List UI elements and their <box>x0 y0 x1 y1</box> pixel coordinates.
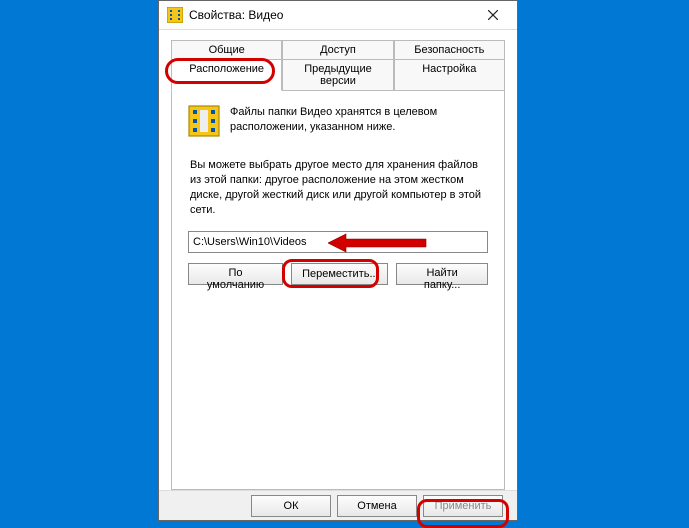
ok-button[interactable]: ОК <box>251 495 331 517</box>
tab-location[interactable]: Расположение <box>171 59 282 91</box>
move-button[interactable]: Переместить... <box>291 263 388 285</box>
cancel-button[interactable]: Отмена <box>337 495 417 517</box>
tab-sharing[interactable]: Доступ <box>282 40 393 60</box>
tab-security[interactable]: Безопасность <box>394 40 505 60</box>
description-text: Файлы папки Видео хранятся в целевом рас… <box>230 105 488 140</box>
tab-strip: Общие Доступ Безопасность Расположение П… <box>171 40 505 90</box>
restore-default-button[interactable]: По умолчанию <box>188 263 283 285</box>
tab-customize[interactable]: Настройка <box>394 59 505 91</box>
tab-page-location: Файлы папки Видео хранятся в целевом рас… <box>171 90 505 490</box>
properties-dialog: Свойства: Видео Общие Доступ Безопасност… <box>158 0 518 521</box>
instruction-text: Вы можете выбрать другое место для хране… <box>188 158 488 217</box>
close-button[interactable] <box>471 1 515 29</box>
find-folder-button[interactable]: Найти папку... <box>396 263 488 285</box>
tab-previous-versions[interactable]: Предыдущие версии <box>282 59 393 91</box>
button-row: По умолчанию Переместить... Найти папку.… <box>188 263 488 285</box>
close-icon <box>488 10 498 20</box>
tab-general[interactable]: Общие <box>171 40 282 60</box>
folder-video-icon <box>188 105 220 140</box>
window-title: Свойства: Видео <box>189 8 471 22</box>
client-area: Общие Доступ Безопасность Расположение П… <box>159 30 517 490</box>
app-icon <box>167 7 183 23</box>
footer: ОК Отмена Применить <box>159 490 517 520</box>
path-input[interactable] <box>188 231 488 253</box>
titlebar[interactable]: Свойства: Видео <box>159 1 517 30</box>
apply-button[interactable]: Применить <box>423 495 503 517</box>
